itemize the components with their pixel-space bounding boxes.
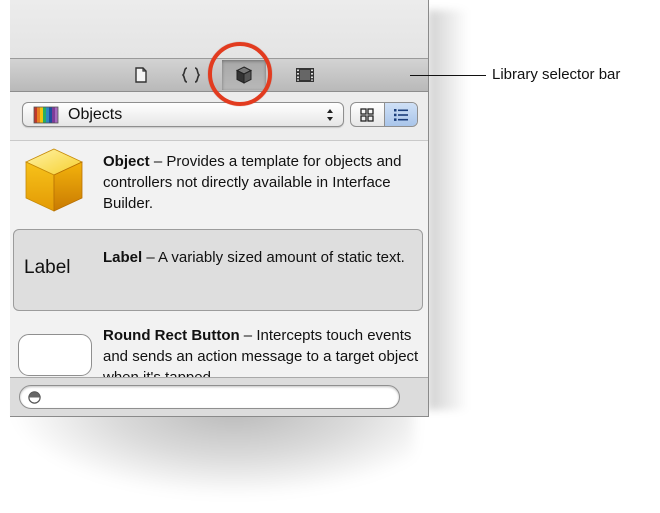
callout-label: Library selector bar [492,66,621,83]
list-item-object-text: Object – Provides a template for objects… [103,151,425,214]
list-item-label-text: Label – A variably sized amount of stati… [103,247,425,268]
library-filter-label: Objects [68,106,123,123]
popup-arrows-icon [327,109,333,121]
grid-icon [360,107,374,122]
list-item-round-rect-button-text: Round Rect Button – Intercepts touch eve… [103,325,425,377]
library-search-field[interactable] [19,385,400,409]
media-library-button[interactable] [294,65,316,85]
highlight-ring [208,42,272,106]
list-item-object[interactable]: Object – Provides a template for objects… [10,141,428,227]
panel-side-shadow [428,10,468,410]
list-item-round-rect-button[interactable]: Round Rect Button – Intercepts touch eve… [10,317,428,377]
library-filter-popup[interactable]: Objects [22,102,344,127]
icon-view-button[interactable] [351,103,384,126]
file-icon [135,67,147,83]
round-rect-button-icon [18,334,92,376]
code-snippet-library-button[interactable] [180,65,202,85]
library-filter-row: Objects [10,92,428,141]
list-item-label[interactable]: Label Label – A variably sized amount of… [13,229,423,311]
books-icon [33,106,59,124]
file-template-library-button[interactable] [130,65,152,85]
film-icon [296,68,314,82]
list-icon [393,108,408,121]
view-mode-control [350,102,418,127]
filter-icon [28,391,41,404]
list-view-button[interactable] [383,103,417,126]
list-item-title: Round Rect Button [103,327,240,344]
label-preview: Label [24,257,71,278]
library-search-row [10,377,428,416]
list-item-title: Object [103,153,150,170]
object-library-list: Object – Provides a template for objects… [10,141,428,377]
yellow-cube-icon [25,148,83,212]
list-item-title: Label [103,249,143,266]
callout-line [410,75,486,76]
braces-icon [181,67,201,83]
list-item-description: – A variably sized amount of static text… [142,249,405,266]
